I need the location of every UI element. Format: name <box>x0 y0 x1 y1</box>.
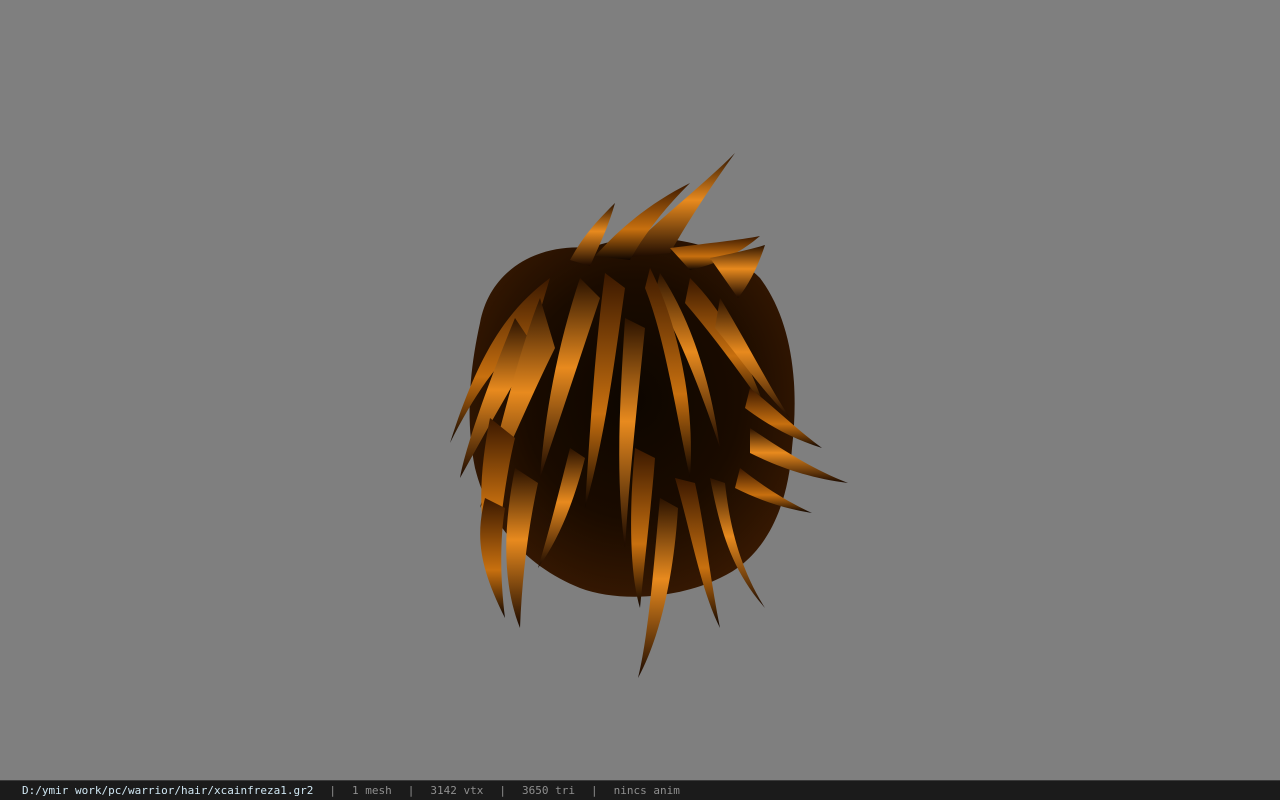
status-separator: | <box>499 784 507 797</box>
status-animation: nincs anim <box>613 784 680 797</box>
3d-viewport[interactable] <box>0 0 1280 780</box>
status-separator: | <box>407 784 415 797</box>
status-bar: D:/ymir work/pc/warrior/hair/xcainfreza1… <box>0 780 1280 800</box>
status-separator: | <box>329 784 337 797</box>
status-separator: | <box>591 784 598 797</box>
hair-model-render <box>450 153 848 678</box>
status-triangle-count: 3650 tri <box>522 784 575 797</box>
status-vertex-count: 3142 vtx <box>430 784 484 797</box>
status-file-path: D:/ymir work/pc/warrior/hair/xcainfreza1… <box>22 784 314 797</box>
status-mesh-count: 1 mesh <box>352 784 392 797</box>
